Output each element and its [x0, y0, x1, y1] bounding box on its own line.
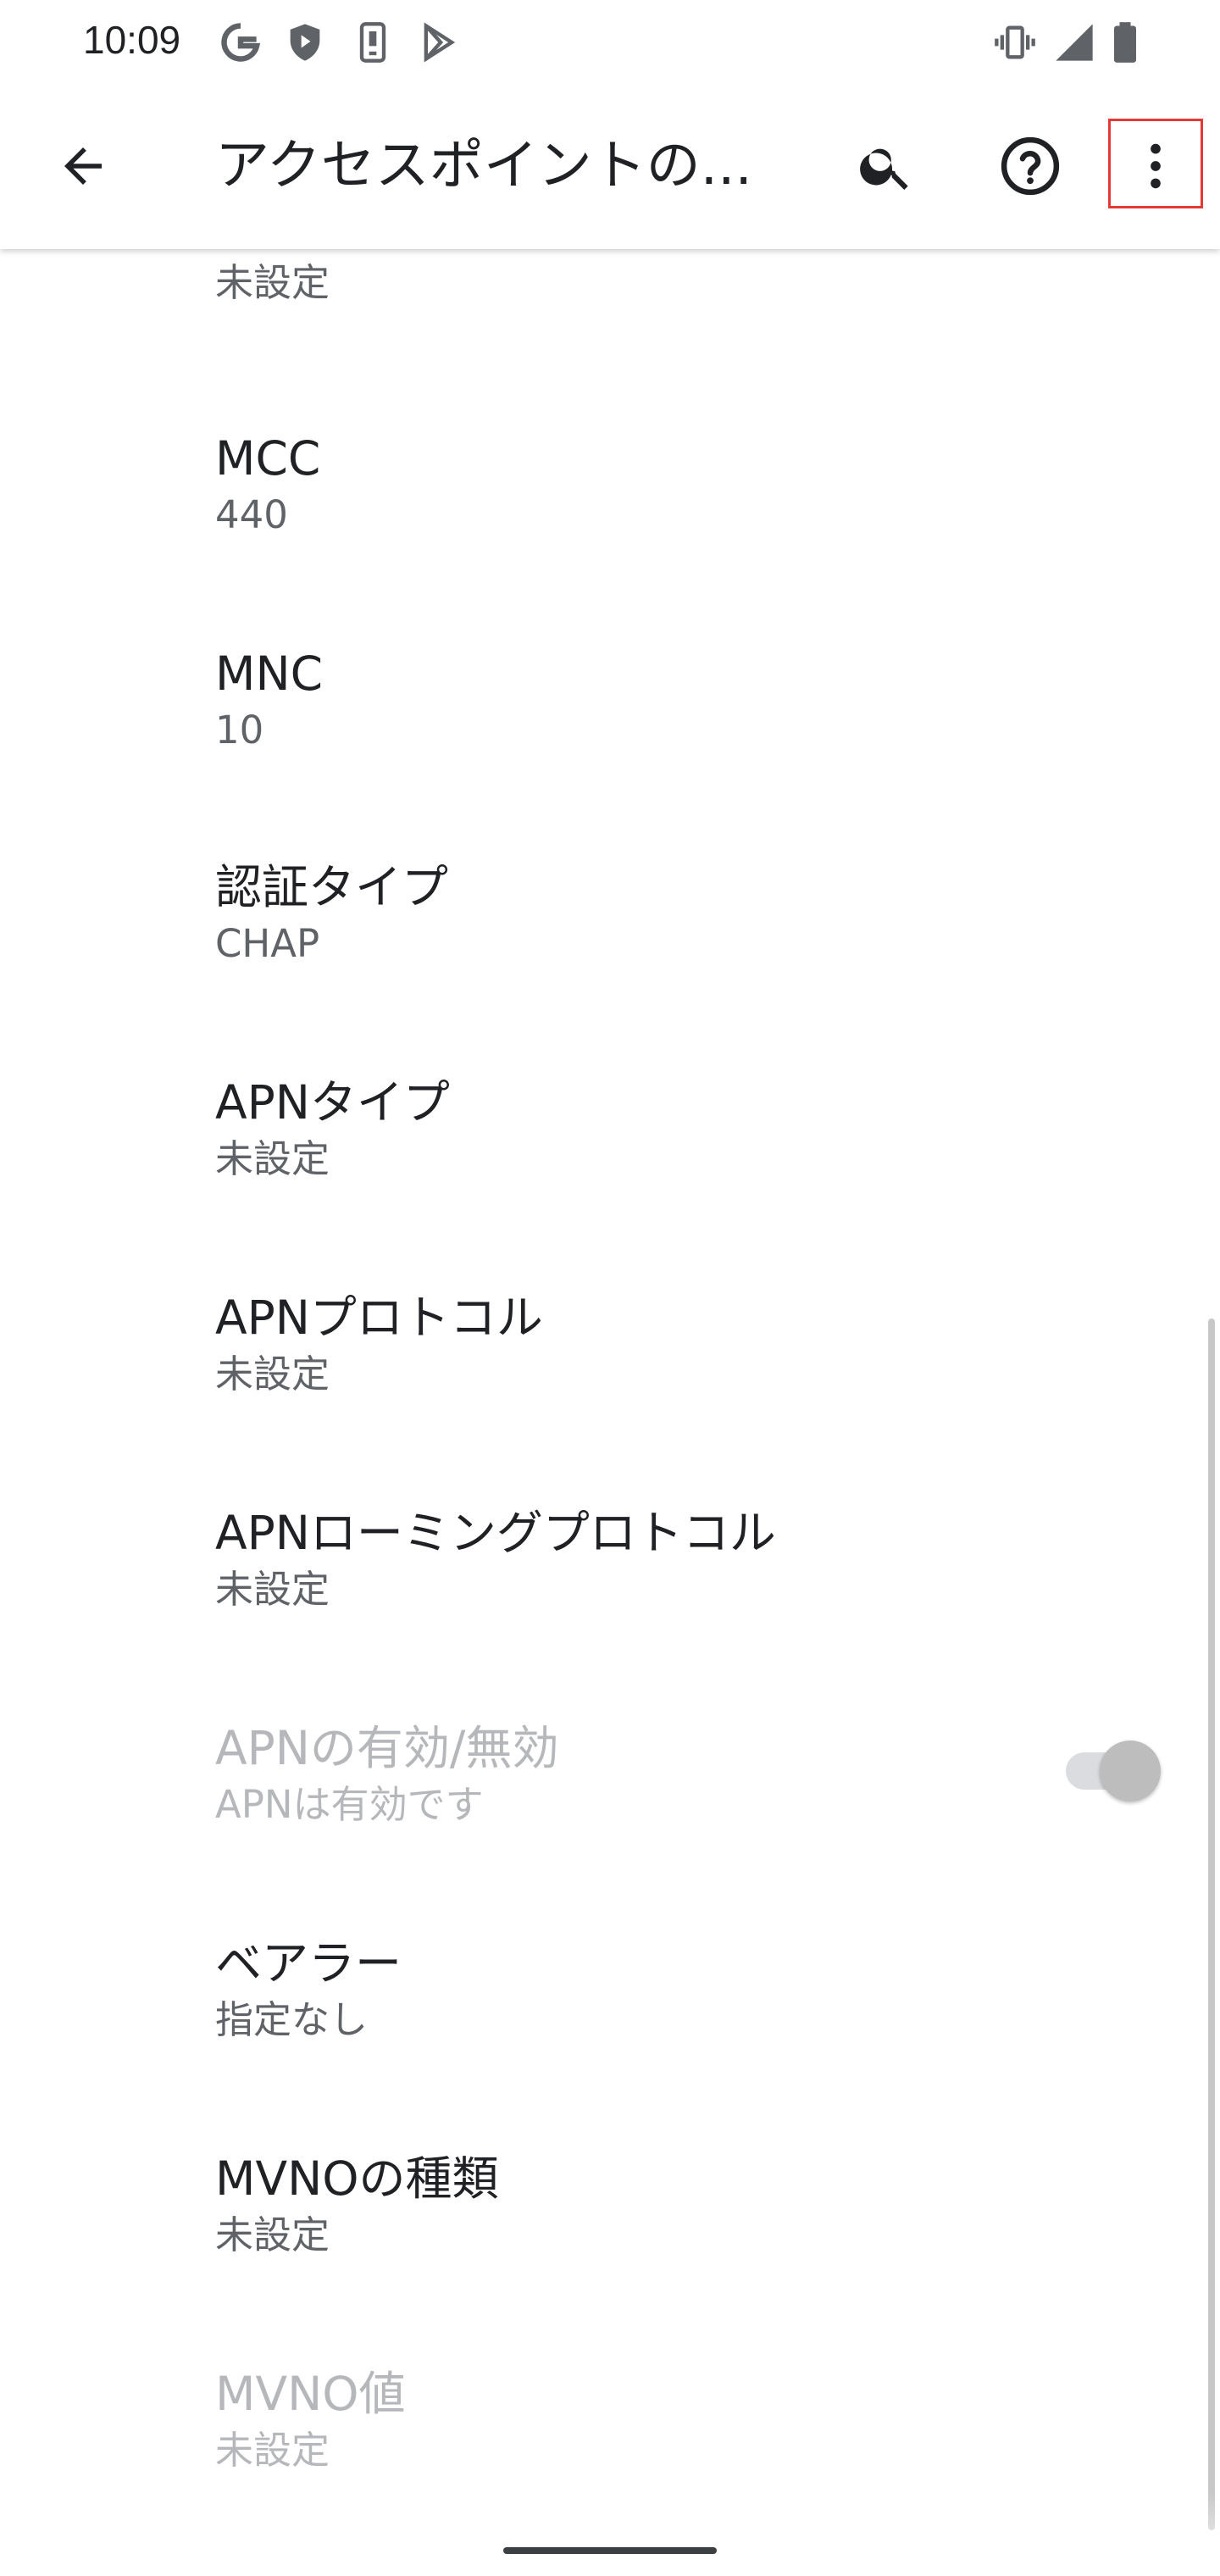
bottom-fade: [0, 2491, 1220, 2576]
pref-summary: CHAP: [215, 921, 320, 966]
gesture-nav-handle[interactable]: [503, 2547, 717, 2554]
status-bar: 10:09: [0, 0, 1220, 85]
pref-apn-protocol[interactable]: APNプロトコル 未設定: [0, 1288, 1220, 1503]
pref-title: 認証タイプ: [215, 860, 449, 914]
pref-title: APNタイプ: [215, 1075, 450, 1130]
battery-icon: [1114, 22, 1136, 63]
play-store-icon: [424, 22, 456, 63]
pref-title: APNプロトコル: [215, 1291, 543, 1345]
device-icon: [359, 22, 386, 63]
pref-title: MCC: [215, 431, 321, 486]
pref-title: MMSポート: [215, 249, 465, 256]
pref-summary: 未設定: [215, 260, 330, 305]
pref-apn-enable: APNの有効/無効 APNは有効です: [0, 1718, 1220, 1934]
status-time: 10:09: [83, 18, 181, 62]
preference-list: MMSポート 未設定 MCC 440 MNC 10 認証タイプ CHAP APN…: [0, 249, 1220, 2576]
pref-summary: 未設定: [215, 1136, 330, 1181]
pref-title: MNC: [215, 647, 323, 701]
signal-icon: [1056, 24, 1093, 61]
pref-mms-port[interactable]: MMSポート 未設定: [0, 249, 1220, 412]
pref-auth-type[interactable]: 認証タイプ CHAP: [0, 858, 1220, 1073]
search-button[interactable]: [846, 125, 927, 207]
screen: 10:09 アクセスポイントの... 未設定 MCC 440 MNC 10 認証…: [0, 0, 1220, 2576]
pref-bearer[interactable]: ベアラー 指定なし: [0, 1934, 1220, 2149]
back-button[interactable]: [42, 125, 124, 207]
shield-icon: [290, 24, 320, 61]
google-icon: [221, 23, 261, 62]
pref-summary: 未設定: [215, 2212, 330, 2257]
search-icon: [860, 148, 908, 190]
pref-mcc[interactable]: MCC 440: [0, 429, 1220, 644]
pref-title: APNローミングプロトコル: [215, 1506, 776, 1560]
vibrate-icon: [995, 25, 1035, 59]
arrow-back-icon: [64, 147, 102, 185]
pref-apn-type[interactable]: APNタイプ 未設定: [0, 1073, 1220, 1288]
pref-summary: 未設定: [215, 1567, 330, 1612]
pref-title: APNの有効/無効: [215, 1721, 559, 1775]
scrollbar[interactable]: [1208, 1319, 1215, 2530]
help-icon: [1001, 136, 1060, 196]
pref-title: ベアラー: [215, 1936, 402, 1990]
pref-summary: APNは有効です: [215, 1782, 484, 1827]
more-options-button[interactable]: [1115, 125, 1196, 207]
pref-summary: 10: [215, 708, 264, 752]
pref-apn-roaming-protocol[interactable]: APNローミングプロトコル 未設定: [0, 1503, 1220, 1718]
page-title: アクセスポイントの...: [215, 135, 752, 197]
apn-enable-switch: [1062, 1739, 1162, 1803]
pref-title: MVNOの種類: [215, 2151, 499, 2206]
pref-mvno-type[interactable]: MVNOの種類 未設定: [0, 2149, 1220, 2364]
app-bar: アクセスポイントの...: [0, 85, 1220, 249]
pref-title: MVNO値: [215, 2367, 406, 2421]
switch-thumb: [1100, 1740, 1161, 1802]
pref-summary: 440: [215, 492, 288, 537]
pref-summary: 指定なし: [215, 1997, 369, 2042]
help-button[interactable]: [990, 125, 1071, 207]
more-vert-icon: [1151, 143, 1161, 189]
pref-summary: 未設定: [215, 1352, 330, 1396]
pref-mnc[interactable]: MNC 10: [0, 644, 1220, 859]
pref-summary: 未設定: [215, 2428, 330, 2473]
